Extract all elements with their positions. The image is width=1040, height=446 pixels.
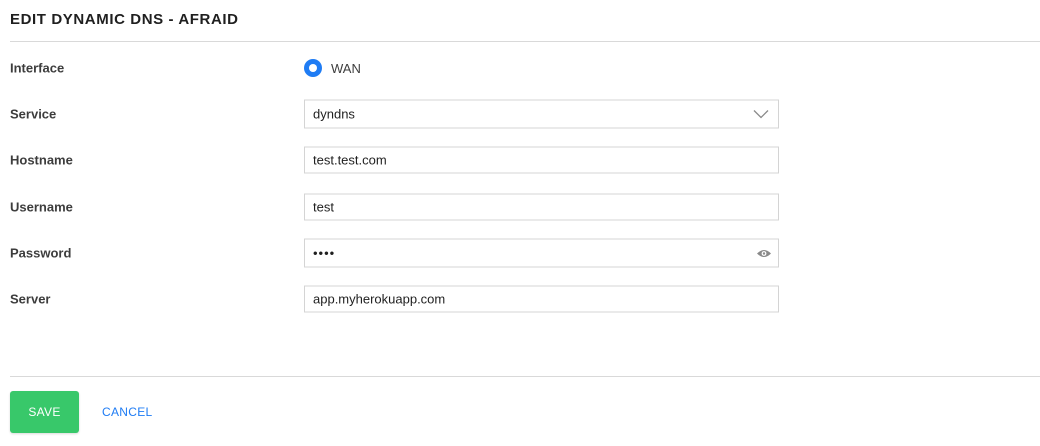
interface-radio-wan[interactable]: WAN bbox=[304, 59, 361, 77]
service-select-value: dyndns bbox=[313, 106, 355, 122]
footer-divider bbox=[10, 376, 1040, 377]
server-row: Server app.myherokuapp.com bbox=[0, 284, 1040, 314]
header-divider bbox=[10, 41, 1040, 42]
chevron-down-icon[interactable] bbox=[744, 101, 778, 128]
server-label: Server bbox=[10, 291, 51, 307]
eye-icon[interactable] bbox=[750, 240, 778, 267]
server-value[interactable]: app.myherokuapp.com bbox=[305, 292, 778, 307]
username-value[interactable]: test bbox=[305, 200, 778, 215]
save-button[interactable]: SAVE bbox=[10, 391, 79, 433]
password-row: Password •••• bbox=[0, 238, 1040, 268]
page-title: EDIT DYNAMIC DNS - AFRAID bbox=[10, 11, 239, 28]
interface-row: Interface WAN bbox=[0, 53, 1040, 83]
password-input[interactable]: •••• bbox=[304, 238, 779, 268]
username-input[interactable]: test bbox=[304, 193, 779, 221]
service-row: Service dyndns bbox=[0, 99, 1040, 129]
service-label: Service bbox=[10, 106, 57, 122]
radio-selected-icon[interactable] bbox=[304, 59, 322, 77]
cancel-button[interactable]: CANCEL bbox=[102, 391, 152, 433]
password-label: Password bbox=[10, 245, 72, 261]
interface-option-label[interactable]: WAN bbox=[331, 61, 361, 76]
hostname-input[interactable]: test.test.com bbox=[304, 146, 779, 174]
password-masked-value[interactable]: •••• bbox=[305, 246, 750, 261]
service-select[interactable]: dyndns bbox=[304, 99, 779, 129]
interface-label: Interface bbox=[10, 60, 65, 76]
server-input[interactable]: app.myherokuapp.com bbox=[304, 285, 779, 313]
hostname-value[interactable]: test.test.com bbox=[305, 153, 778, 168]
hostname-row: Hostname test.test.com bbox=[0, 145, 1040, 175]
username-label: Username bbox=[10, 199, 73, 215]
hostname-label: Hostname bbox=[10, 152, 73, 168]
username-row: Username test bbox=[0, 192, 1040, 222]
